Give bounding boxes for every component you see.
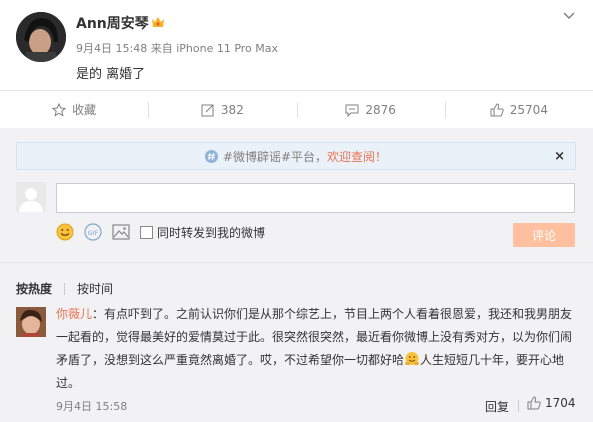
- post-meta: 9月4日 15:48 来自 iPhone 11 Pro Max: [76, 40, 278, 56]
- chevron-down-icon[interactable]: [563, 10, 575, 22]
- comment-sort-tabs: 按热度 按时间: [16, 280, 113, 297]
- repost-count: 382: [220, 102, 244, 117]
- sort-by-hot-tab[interactable]: 按热度: [16, 280, 52, 297]
- comment-button[interactable]: 2876: [296, 91, 445, 128]
- source-prefix: 来自: [150, 42, 173, 55]
- comment-count: 2876: [365, 102, 396, 117]
- reply-like-separator: [518, 400, 519, 412]
- commenter-avatar[interactable]: [16, 307, 46, 337]
- share-icon: [201, 104, 214, 116]
- comment-body: 你薇儿：有点吓到了。之前认识你们是从那个综艺上，节目上两个人看着很恩爱，我还和我…: [56, 303, 578, 395]
- comment-icon: [345, 104, 359, 117]
- reply-button[interactable]: 回复: [485, 398, 509, 415]
- image-button[interactable]: [112, 224, 130, 240]
- forward-checkbox[interactable]: [140, 225, 153, 239]
- section-divider: [0, 262, 593, 263]
- rumor-notice-bar[interactable]: #微博辟谣#平台， 欢迎查阅！ ×: [16, 142, 576, 170]
- post-text: 是的 离婚了: [76, 67, 146, 82]
- author-avatar[interactable]: [16, 12, 66, 62]
- repost-button[interactable]: 382: [148, 91, 296, 128]
- tab-separator: [64, 282, 66, 295]
- commenter-name[interactable]: 你薇儿: [56, 307, 92, 321]
- sort-by-time-tab[interactable]: 按时间: [77, 280, 113, 297]
- comment-like-button[interactable]: 1704: [527, 396, 576, 410]
- post-source[interactable]: iPhone 11 Pro Max: [176, 42, 278, 55]
- hug-emoji-icon: [405, 352, 420, 366]
- composer-tools: GIF 同时转发到我的微博: [56, 222, 275, 242]
- gif-icon: GIF: [84, 223, 102, 241]
- like-button[interactable]: 25704: [444, 91, 593, 128]
- comment-like-count: 1704: [545, 396, 576, 410]
- like-count: 25704: [509, 102, 548, 117]
- notice-highlight[interactable]: 欢迎查阅！: [327, 148, 387, 165]
- post-card: Ann周安琴 9月4日 15:48 来自 iPhone 11 Pro Max 是…: [0, 0, 593, 90]
- smiley-icon: [56, 223, 74, 241]
- author-name[interactable]: Ann周安琴: [76, 13, 149, 33]
- forward-checkbox-wrap[interactable]: 同时转发到我的微博: [140, 224, 265, 241]
- svg-text:GIF: GIF: [88, 229, 99, 237]
- notice-text[interactable]: #微博辟谣#平台，: [223, 148, 327, 165]
- favorite-label: 收藏: [72, 103, 97, 117]
- post-action-bar: 收藏 382 2876 25704: [0, 90, 593, 128]
- image-icon: [112, 224, 130, 240]
- vip-badge-icon[interactable]: [150, 14, 166, 30]
- forward-label: 同时转发到我的微博: [157, 225, 266, 240]
- like-icon: [527, 396, 541, 410]
- close-icon[interactable]: ×: [554, 149, 565, 164]
- comment-input[interactable]: [56, 183, 575, 213]
- comment-time: 9月4日 15:58: [56, 400, 128, 413]
- star-icon: [52, 102, 67, 117]
- submit-comment-button[interactable]: 评论: [513, 223, 575, 247]
- hashtag-icon: [204, 149, 218, 163]
- post-time[interactable]: 9月4日 15:48: [76, 42, 147, 55]
- favorite-button[interactable]: 收藏: [0, 91, 148, 128]
- gif-button[interactable]: GIF: [84, 223, 102, 241]
- my-avatar: [16, 182, 46, 212]
- like-icon: [490, 102, 504, 116]
- emoji-button[interactable]: [56, 223, 74, 241]
- comment-section: #微博辟谣#平台， 欢迎查阅！ × GIF 同时转发到我的微博 评论 按热度 按…: [0, 128, 593, 422]
